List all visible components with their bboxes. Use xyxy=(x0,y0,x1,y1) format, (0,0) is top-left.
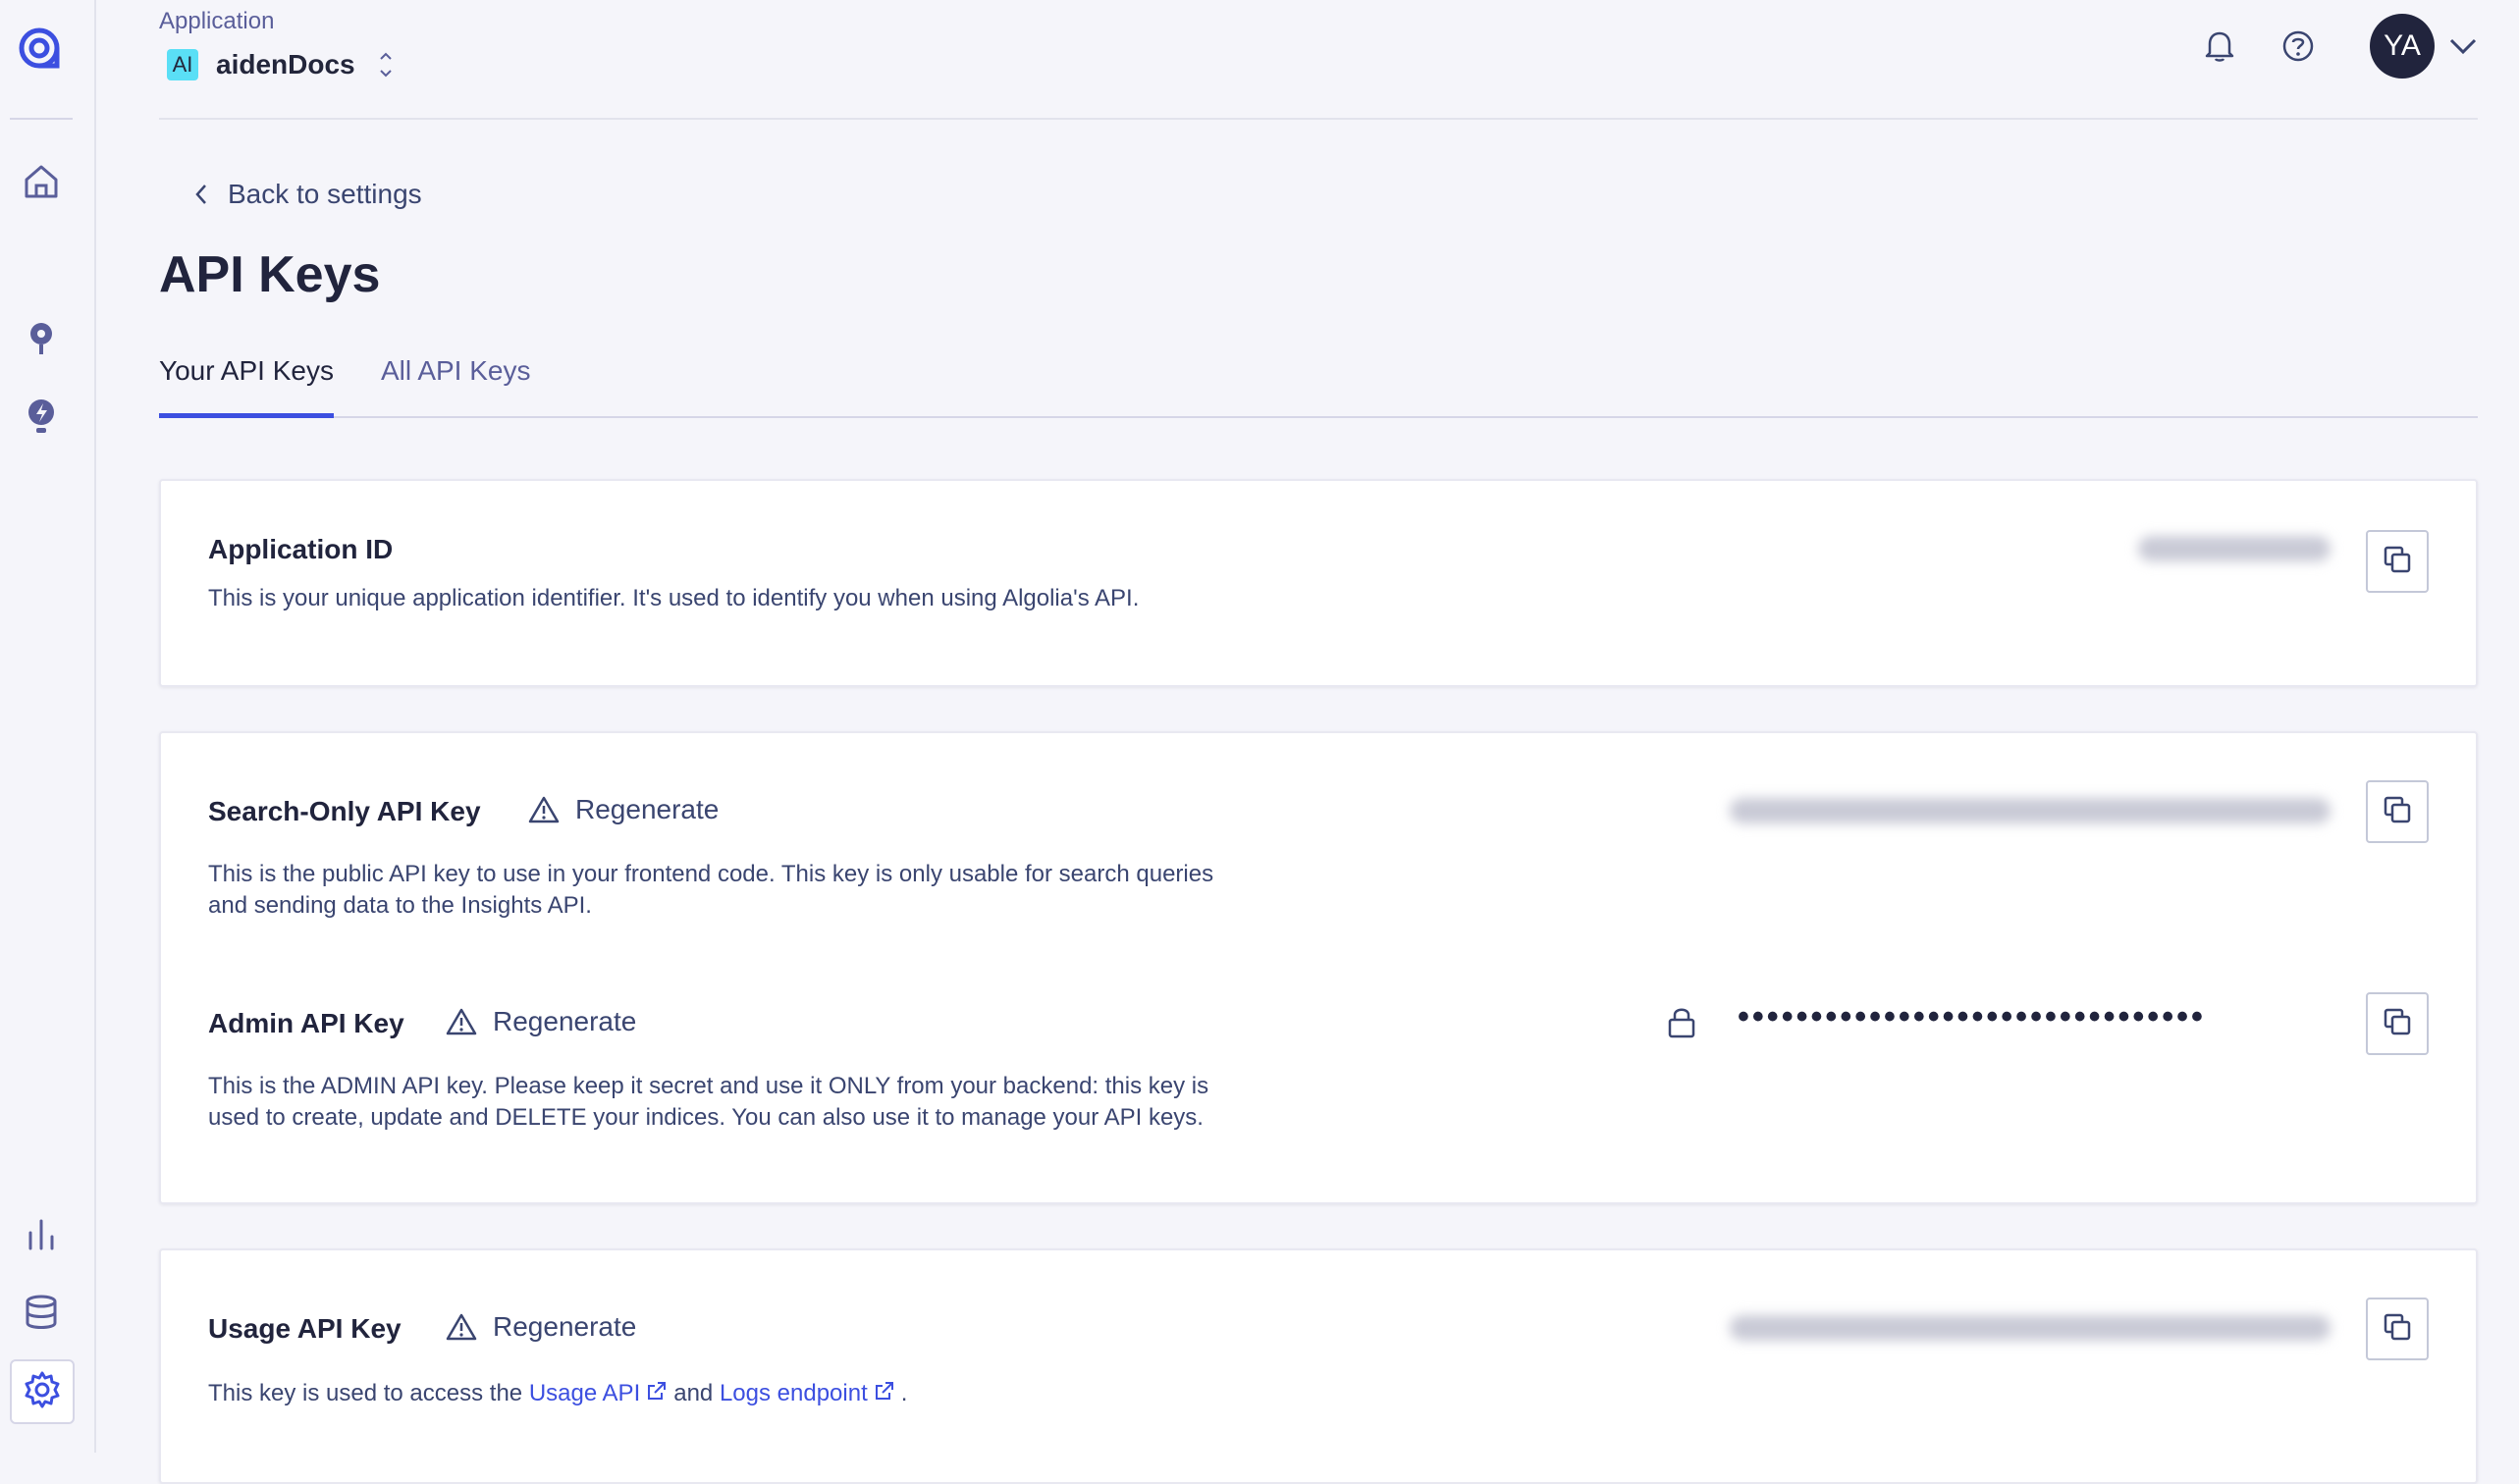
app-badge: AI xyxy=(167,49,198,80)
help-icon[interactable] xyxy=(2276,24,2321,69)
application-switcher[interactable]: AI aidenDocs xyxy=(167,49,395,80)
search-only-description-line2: and sending data to the Insights API. xyxy=(208,892,592,919)
admin-key-title: Admin API Key xyxy=(208,1008,404,1038)
warning-icon xyxy=(446,1312,477,1342)
admin-key-masked-value: •••••••••••••••••••••••••••••••• xyxy=(1738,998,2206,1035)
chevron-left-icon xyxy=(194,183,208,206)
tab-all-api-keys[interactable]: All API Keys xyxy=(381,351,531,418)
page-title: API Keys xyxy=(159,246,381,303)
chevron-down-icon[interactable] xyxy=(2448,36,2478,56)
usage-description-and: and xyxy=(673,1380,714,1406)
database-icon[interactable] xyxy=(0,1278,82,1347)
search-only-description: This is the public API key to use in you… xyxy=(208,859,1386,922)
usage-key-value xyxy=(1730,1315,2331,1341)
copy-icon xyxy=(2382,1006,2413,1042)
copy-admin-key-button[interactable] xyxy=(2366,992,2429,1055)
gear-icon xyxy=(23,1370,62,1414)
usage-api-link-label: Usage API xyxy=(528,1380,641,1406)
back-label: Back to settings xyxy=(228,179,422,209)
sidebar xyxy=(0,0,96,1453)
tab-bar: Your API Keys All API Keys xyxy=(159,351,2478,418)
application-id-title: Application ID xyxy=(208,534,394,564)
copy-icon xyxy=(2382,1311,2413,1348)
tab-your-api-keys[interactable]: Your API Keys xyxy=(159,351,334,418)
external-link-icon xyxy=(646,1379,668,1410)
main-content: Application AI aidenDocs YA Back to sett… xyxy=(159,0,2478,1484)
back-to-settings-link[interactable]: Back to settings xyxy=(194,179,422,210)
lock-icon[interactable] xyxy=(1667,1006,1696,1039)
settings-nav-item[interactable] xyxy=(10,1359,75,1424)
usage-description-suffix: . xyxy=(900,1380,908,1406)
regenerate-label: Regenerate xyxy=(575,794,720,824)
home-icon[interactable] xyxy=(0,147,82,216)
avatar[interactable]: YA xyxy=(2370,14,2435,79)
chevron-up-down-icon xyxy=(377,49,395,80)
copy-usage-key-button[interactable] xyxy=(2366,1298,2429,1360)
copy-icon xyxy=(2382,544,2413,580)
algolia-logo-icon[interactable] xyxy=(0,14,82,82)
logs-endpoint-link[interactable]: Logs endpoint xyxy=(720,1380,901,1406)
application-id-card: Application ID This is your unique appli… xyxy=(159,479,2478,687)
app-name: aidenDocs xyxy=(216,49,355,80)
search-only-description-line1: This is the public API key to use in you… xyxy=(208,861,1214,887)
regenerate-search-key-button[interactable]: Regenerate xyxy=(528,794,719,825)
admin-description-line1: This is the ADMIN API key. Please keep i… xyxy=(208,1073,1209,1099)
admin-description-line2: used to create, update and DELETE your i… xyxy=(208,1104,1204,1131)
search-icon[interactable] xyxy=(0,304,82,373)
regenerate-admin-key-button[interactable]: Regenerate xyxy=(446,1006,636,1037)
regenerate-label: Regenerate xyxy=(493,1006,637,1036)
header-actions: YA xyxy=(2164,14,2478,79)
bell-icon[interactable] xyxy=(2197,24,2242,69)
copy-icon xyxy=(2382,794,2413,830)
usage-description: This key is used to access the Usage API… xyxy=(208,1378,1779,1410)
usage-api-link[interactable]: Usage API xyxy=(529,1380,673,1406)
regenerate-usage-key-button[interactable]: Regenerate xyxy=(446,1311,636,1343)
logs-endpoint-link-label: Logs endpoint xyxy=(719,1380,868,1406)
lightbulb-icon[interactable] xyxy=(0,383,82,451)
application-id-description: This is your unique application identifi… xyxy=(208,585,1140,611)
usage-key-title: Usage API Key xyxy=(208,1313,402,1344)
external-link-icon xyxy=(874,1379,895,1410)
regenerate-label: Regenerate xyxy=(493,1311,637,1342)
application-id-value xyxy=(2138,536,2331,561)
search-only-key-title: Search-Only API Key xyxy=(208,796,481,826)
warning-icon xyxy=(528,795,560,824)
top-header: Application AI aidenDocs YA xyxy=(159,0,2478,120)
warning-icon xyxy=(446,1007,477,1036)
copy-search-key-button[interactable] xyxy=(2366,780,2429,843)
usage-description-prefix: This key is used to access the xyxy=(208,1380,523,1406)
sidebar-divider xyxy=(10,118,73,120)
bar-chart-icon[interactable] xyxy=(0,1199,82,1268)
search-only-key-value xyxy=(1730,798,2331,823)
usage-key-card: Usage API Key Regenerate This key is use… xyxy=(159,1248,2478,1484)
api-keys-card: Search-Only API Key Regenerate This is t… xyxy=(159,731,2478,1204)
application-label: Application xyxy=(159,8,275,34)
admin-description: This is the ADMIN API key. Please keep i… xyxy=(208,1071,1386,1134)
copy-application-id-button[interactable] xyxy=(2366,530,2429,593)
